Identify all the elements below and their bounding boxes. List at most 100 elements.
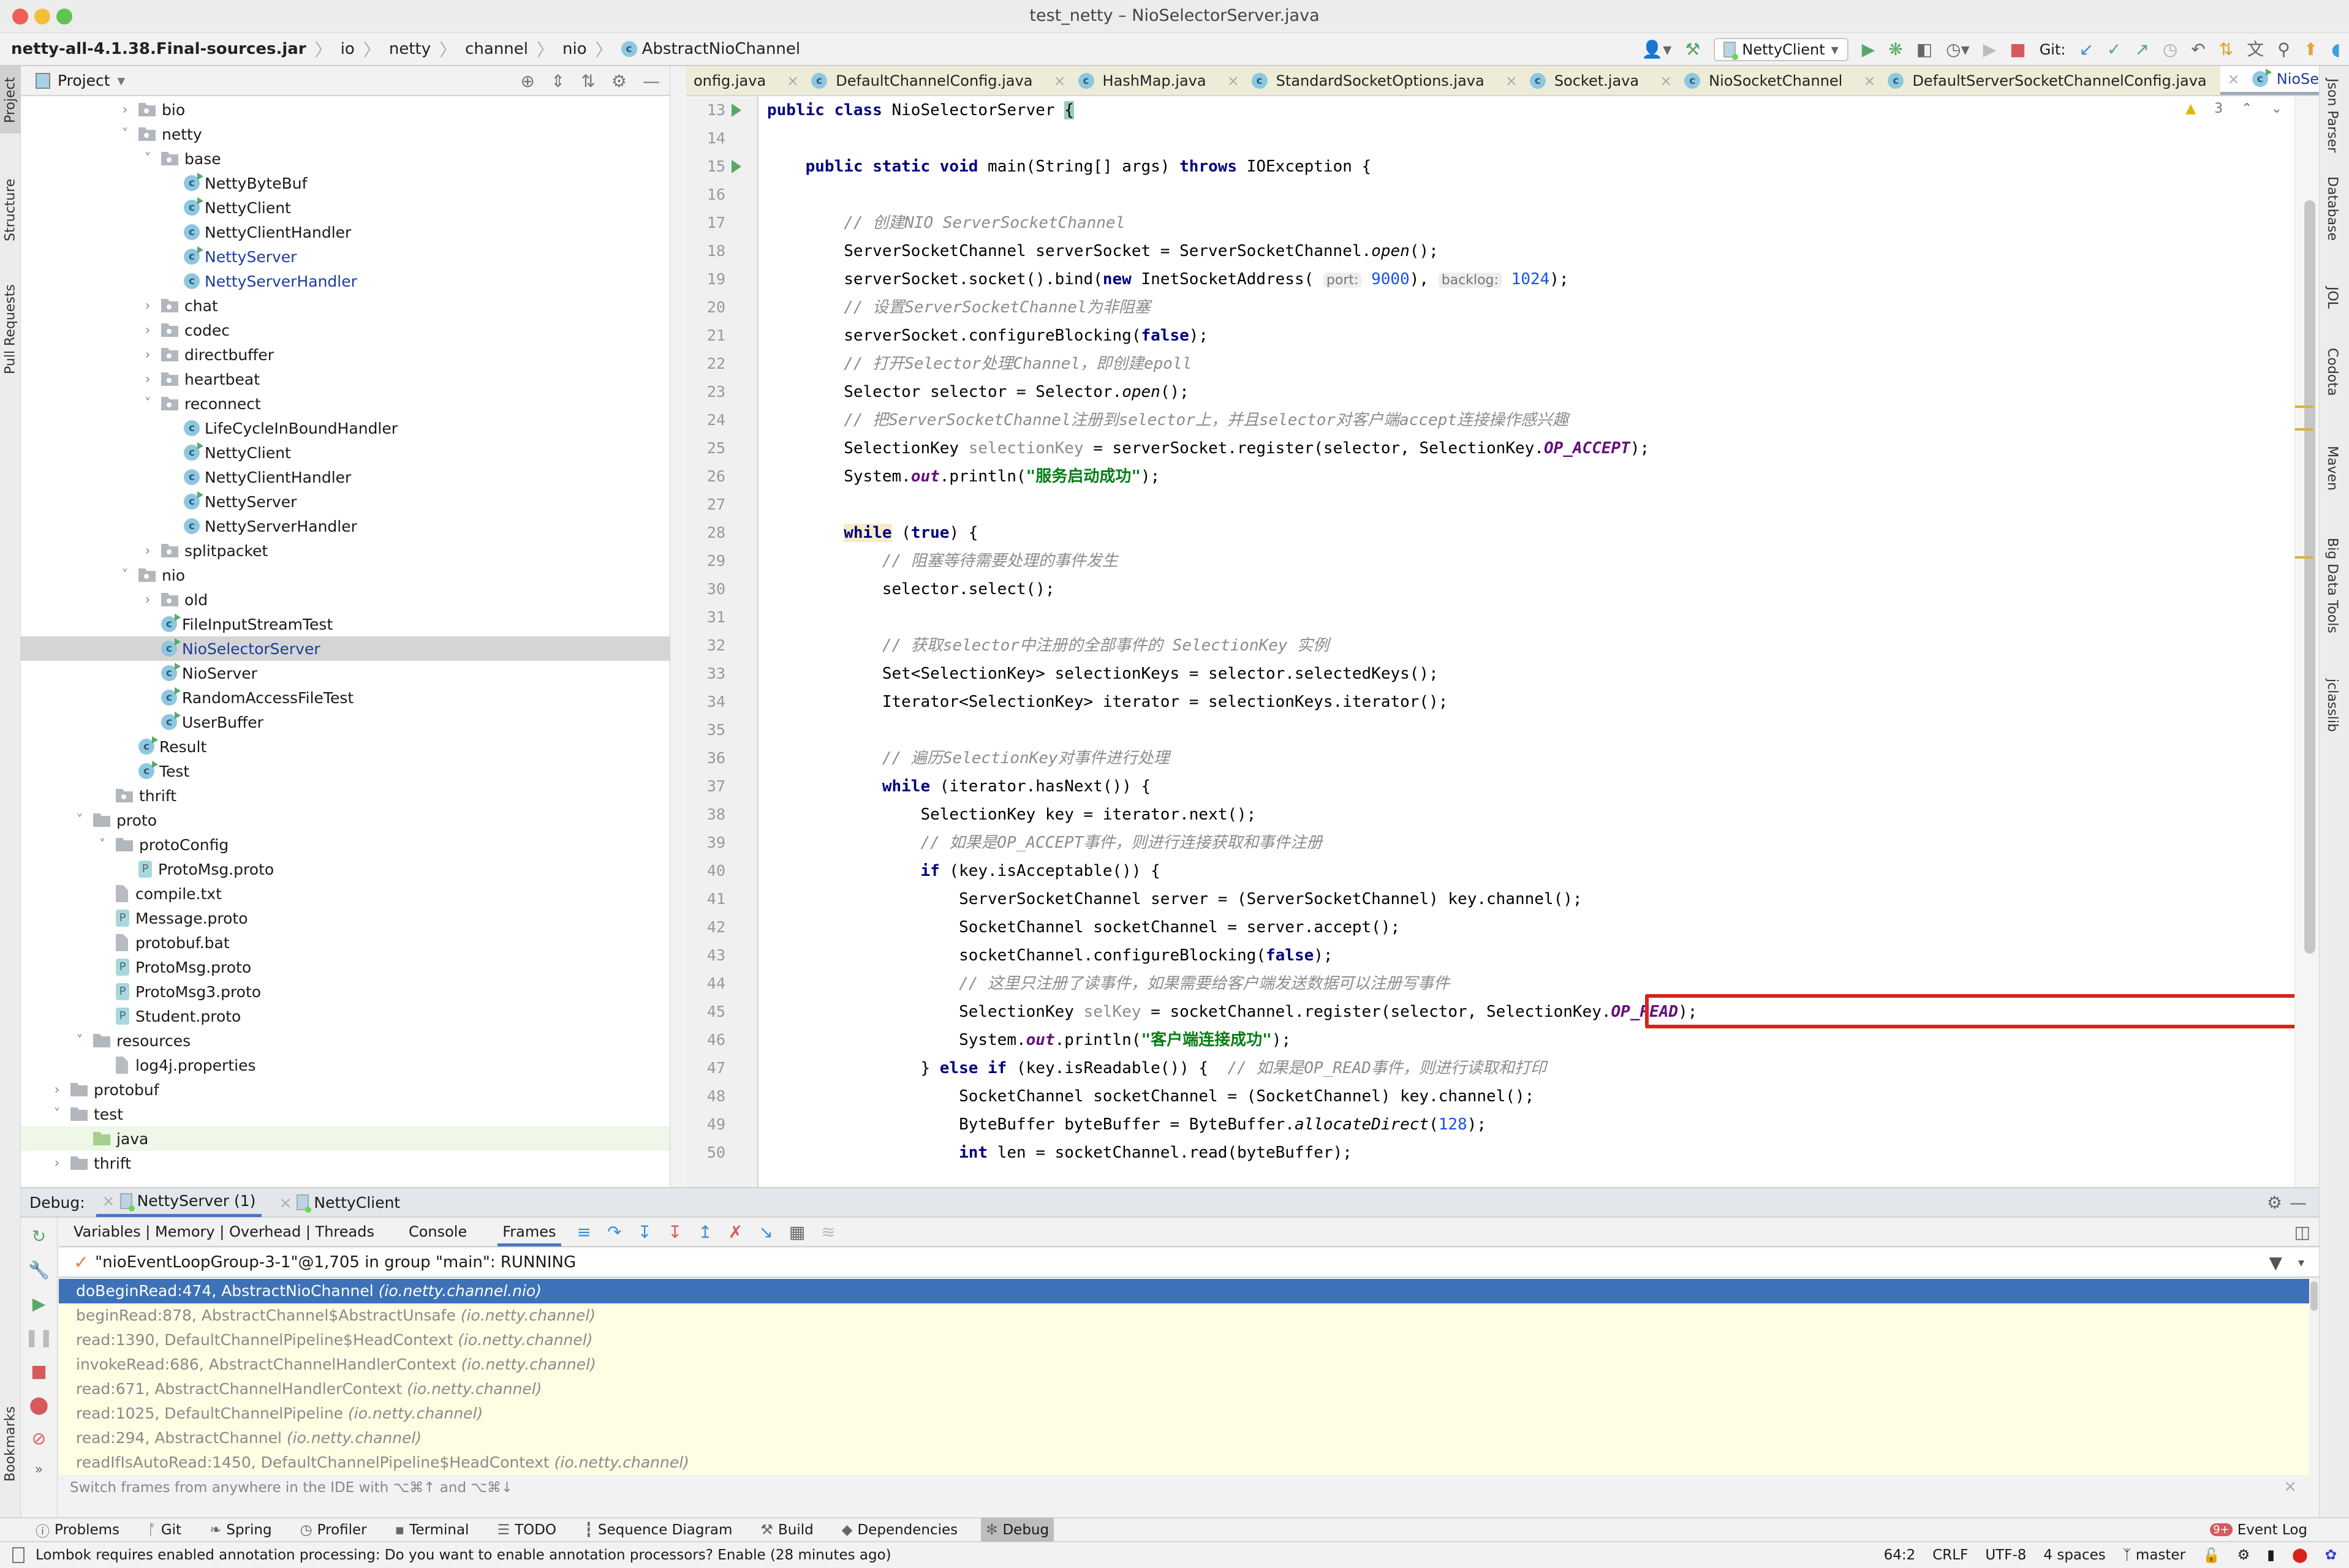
editor-tab[interactable]: × c DefaultServerSocketChannelConfig.java: [1856, 66, 2220, 95]
debug-session-tab-nettyclient[interactable]: × NettyClient: [273, 1188, 406, 1217]
profile-icon[interactable]: ◷▾: [1946, 33, 1970, 66]
hide-icon[interactable]: —: [2290, 1193, 2307, 1213]
project-view-select[interactable]: Project: [58, 72, 110, 89]
line-number[interactable]: 20: [691, 293, 725, 322]
tool-window-terminal[interactable]: ▪ Terminal: [390, 1518, 474, 1542]
editor-tab[interactable]: × c DefaultChannelConfig.java: [779, 66, 1046, 95]
line-number[interactable]: 33: [691, 660, 725, 688]
editor-tab[interactable]: onfig.java: [686, 66, 779, 95]
code-line[interactable]: System.out.println("服务启动成功");: [767, 462, 1160, 491]
mute-breakpoints-icon[interactable]: ⊘: [32, 1428, 46, 1449]
pull-requests-tool-tab[interactable]: Pull Requests: [0, 268, 21, 391]
translate-icon[interactable]: 文: [2247, 33, 2264, 66]
line-number[interactable]: 38: [691, 801, 725, 829]
code-line[interactable]: // 如果是OP_ACCEPT事件，则进行连接获取和事件注册: [767, 829, 1322, 857]
stack-frame[interactable]: readIfIsAutoRead:1450, DefaultChannelPip…: [59, 1450, 2309, 1475]
jol-tool-tab[interactable]: JOL: [2324, 287, 2340, 309]
line-number[interactable]: 28: [691, 519, 725, 547]
tree-item[interactable]: ˅ protoConfig: [21, 832, 670, 857]
tree-item[interactable]: › bio: [21, 97, 670, 122]
tool-window-problems[interactable]: ⓘ Problems: [31, 1518, 124, 1542]
stack-frame[interactable]: read:1390, DefaultChannelPipeline$HeadCo…: [59, 1328, 2309, 1352]
tree-item[interactable]: c NettyClientHandler: [21, 465, 670, 489]
code-line[interactable]: ServerSocketChannel serverSocket = Serve…: [767, 237, 1439, 265]
tree-item[interactable]: › protobuf: [21, 1077, 670, 1102]
code-line[interactable]: Iterator<SelectionKey> iterator = select…: [767, 688, 1448, 716]
tree-item[interactable]: ˅ test: [21, 1102, 670, 1126]
tool-window-spring[interactable]: ❧ Spring: [205, 1518, 277, 1542]
caret-position[interactable]: 64:2: [1884, 1547, 1916, 1563]
editor-tab[interactable]: × c NioSocketChannel: [1652, 66, 1856, 95]
stop-icon[interactable]: ■: [31, 1361, 47, 1381]
code-line[interactable]: // 阻塞等待需要处理的事件发生: [767, 547, 1118, 575]
tree-item[interactable]: P Message.proto: [21, 906, 670, 930]
maven-tool-tab[interactable]: Maven: [2324, 446, 2340, 491]
chevron-right-icon[interactable]: ›: [140, 543, 155, 559]
jclasslib-tool-tab[interactable]: jclasslib: [2324, 679, 2340, 732]
chevron-right-icon[interactable]: ›: [118, 102, 132, 118]
editor-scrollbar[interactable]: [2304, 200, 2315, 954]
database-tool-tab[interactable]: Database: [2324, 176, 2340, 241]
tool-window-debug[interactable]: ✻ Debug: [981, 1518, 1054, 1542]
line-number[interactable]: 14: [691, 124, 725, 153]
event-log-button[interactable]: 9+ Event Log: [2205, 1518, 2312, 1542]
settings-wrench-icon[interactable]: 🔧: [28, 1260, 50, 1280]
tree-item[interactable]: › splitpacket: [21, 538, 670, 563]
tool-window-dependencies[interactable]: ◆ Dependencies: [837, 1518, 963, 1542]
tree-item[interactable]: compile.txt: [21, 881, 670, 906]
line-number[interactable]: 23: [691, 378, 725, 406]
gear-icon[interactable]: ⚙: [611, 71, 627, 91]
tree-item[interactable]: › directbuffer: [21, 342, 670, 367]
code-line[interactable]: // 打开Selector处理Channel，即创建epoll: [767, 350, 1192, 378]
line-number[interactable]: 46: [691, 1026, 725, 1054]
file-encoding[interactable]: UTF-8: [1985, 1547, 2026, 1563]
warning-mark[interactable]: [2295, 405, 2313, 408]
close-icon[interactable]: ×: [2283, 1477, 2297, 1496]
breadcrumb-netty[interactable]: netty: [389, 40, 431, 58]
line-number[interactable]: 25: [691, 434, 725, 462]
inspection-widget[interactable]: ▲ 3 ⌃ ⌄: [2185, 101, 2282, 116]
code-line[interactable]: // 创建NIO ServerSocketChannel: [767, 209, 1125, 237]
evaluate-expression-icon[interactable]: ▦: [789, 1222, 805, 1242]
line-number[interactable]: 42: [691, 913, 725, 941]
close-icon[interactable]: ×: [279, 1194, 292, 1212]
tree-item[interactable]: c NettyClient: [21, 195, 670, 220]
chevron-right-icon[interactable]: ›: [140, 323, 155, 338]
lock-icon[interactable]: 🔓: [2203, 1547, 2220, 1564]
line-number[interactable]: 41: [691, 885, 725, 913]
code-line[interactable]: serverSocket.configureBlocking(false);: [767, 322, 1208, 350]
chevron-right-icon[interactable]: ›: [140, 592, 155, 608]
structure-tool-tab[interactable]: Structure: [0, 164, 21, 256]
line-number[interactable]: 27: [691, 491, 725, 519]
line-number[interactable]: 34: [691, 688, 725, 716]
editor-tab[interactable]: × c HashMap.java: [1046, 66, 1219, 95]
code-editor[interactable]: 13 14 15 16 17 18 19 20 21 22 23 24 25 26 27 28 29 30 31 32…: [686, 96, 2319, 1187]
run-gutter-icon[interactable]: [732, 104, 741, 117]
code-line[interactable]: if (key.isAcceptable()) {: [767, 857, 1160, 885]
user-icon[interactable]: 👤▾: [1641, 33, 1671, 66]
line-number[interactable]: 39: [691, 829, 725, 857]
breadcrumb-io[interactable]: io: [341, 40, 355, 58]
run-icon[interactable]: ▶: [1862, 33, 1875, 66]
line-number[interactable]: 18: [691, 237, 725, 265]
code-line[interactable]: // 设置ServerSocketChannel为非阻塞: [767, 293, 1150, 322]
close-icon[interactable]: ×: [1863, 72, 1875, 89]
force-step-into-icon[interactable]: ↧: [668, 1222, 682, 1242]
locate-icon[interactable]: ⊕: [520, 71, 534, 91]
tool-window-git[interactable]: ᚩ Git: [143, 1518, 186, 1542]
rerun-icon[interactable]: ↻: [32, 1226, 46, 1246]
code-line[interactable]: SelectionKey selKey = socketChannel.regi…: [767, 998, 1697, 1026]
build-hammer-icon[interactable]: ⚒: [1685, 33, 1700, 66]
line-number[interactable]: 22: [691, 350, 725, 378]
tree-item[interactable]: c NettyServer: [21, 244, 670, 269]
breadcrumb-current[interactable]: AbstractNioChannel: [642, 40, 800, 58]
thread-selector[interactable]: ✓ "nioEventLoopGroup-3-1"@1,705 in group…: [59, 1248, 2319, 1278]
tree-item[interactable]: › old: [21, 587, 670, 612]
tree-item[interactable]: c FileInputStreamTest: [21, 612, 670, 636]
error-notification-icon[interactable]: ⬤: [2292, 1547, 2308, 1563]
line-number[interactable]: 40: [691, 857, 725, 885]
stack-frame[interactable]: read:1025, DefaultChannelPipeline (io.ne…: [59, 1401, 2309, 1426]
tree-item[interactable]: c RandomAccessFileTest: [21, 685, 670, 710]
code-line[interactable]: public class NioSelectorServer {: [767, 96, 1074, 124]
run-configuration-select[interactable]: NettyClient ▾: [1714, 38, 1848, 61]
